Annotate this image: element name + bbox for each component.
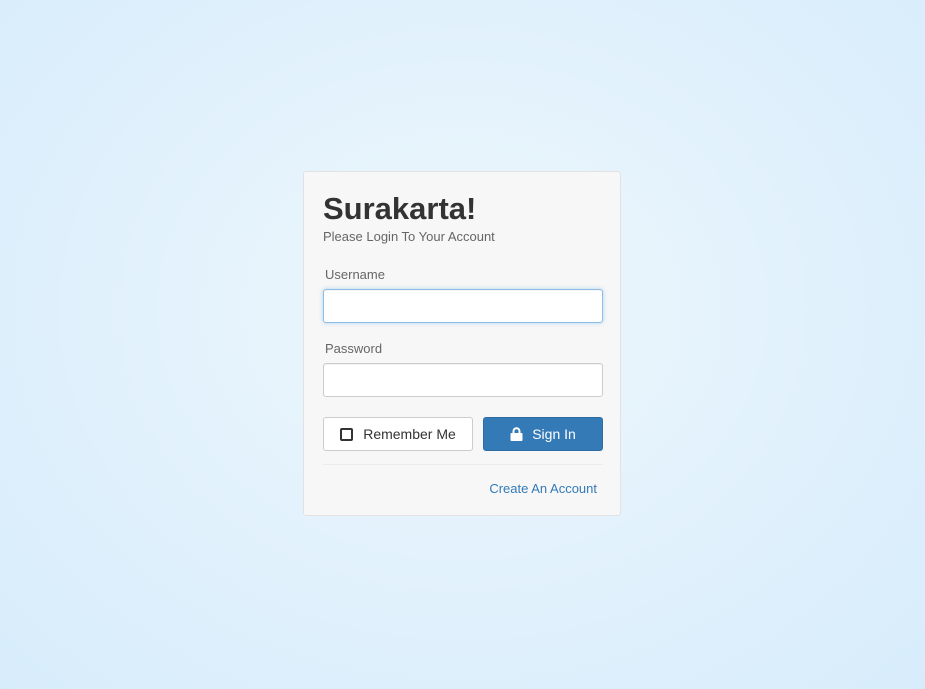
username-input[interactable]: [323, 289, 603, 323]
username-label: Username: [325, 267, 385, 282]
login-card: Surakarta! Please Login To Your Account …: [303, 171, 621, 516]
create-account-link[interactable]: Create An Account: [489, 481, 597, 496]
password-label: Password: [325, 341, 383, 356]
sign-in-button[interactable]: Sign In: [483, 417, 603, 451]
divider: [323, 464, 603, 465]
password-input[interactable]: [323, 363, 603, 397]
lock-icon: [510, 427, 523, 441]
remember-me-button[interactable]: Remember Me: [323, 417, 473, 451]
login-subtitle: Please Login To Your Account: [323, 229, 495, 244]
sign-in-label: Sign In: [532, 426, 576, 442]
checkbox-unchecked-icon: [340, 427, 354, 441]
page-title: Surakarta!: [323, 191, 477, 226]
remember-me-label: Remember Me: [363, 426, 456, 442]
